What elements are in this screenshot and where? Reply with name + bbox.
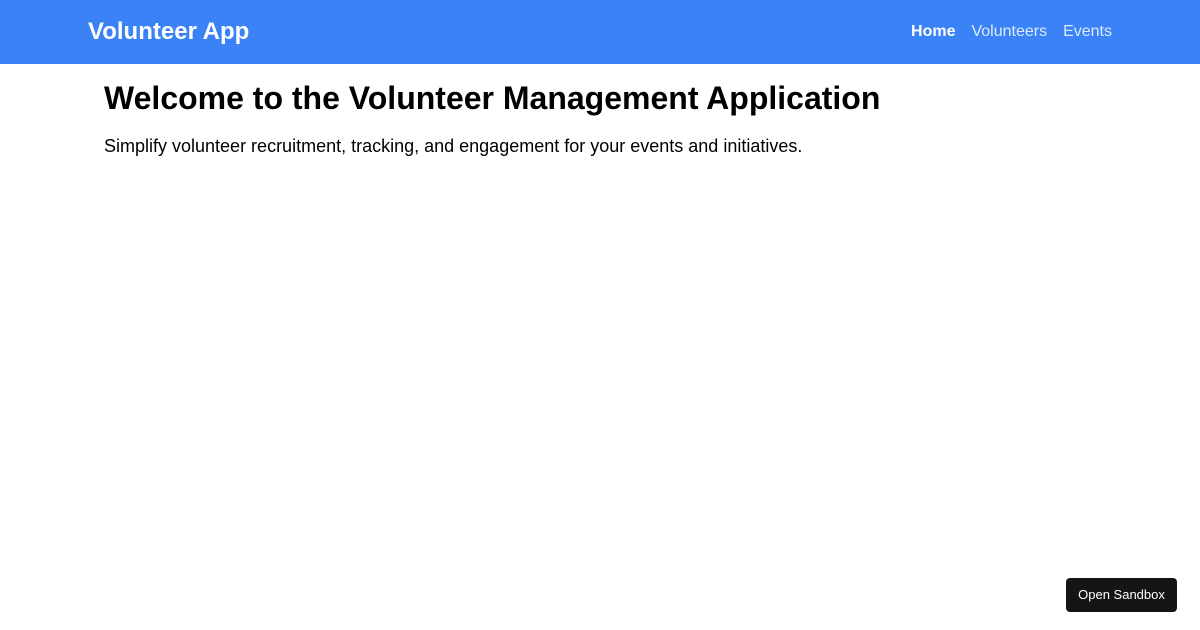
open-sandbox-button[interactable]: Open Sandbox — [1066, 578, 1177, 612]
nav-volunteers-link[interactable]: Volunteers — [971, 20, 1047, 44]
top-navbar: Volunteer App Home Volunteers Events — [0, 0, 1200, 64]
main-navigation: Home Volunteers Events — [911, 20, 1112, 44]
page-description: Simplify volunteer recruitment, tracking… — [104, 136, 803, 156]
page-title: Welcome to the Volunteer Management Appl… — [104, 80, 881, 116]
nav-events-link[interactable]: Events — [1063, 20, 1112, 44]
app-brand[interactable]: Volunteer App — [88, 16, 249, 48]
nav-home-link[interactable]: Home — [911, 20, 955, 44]
